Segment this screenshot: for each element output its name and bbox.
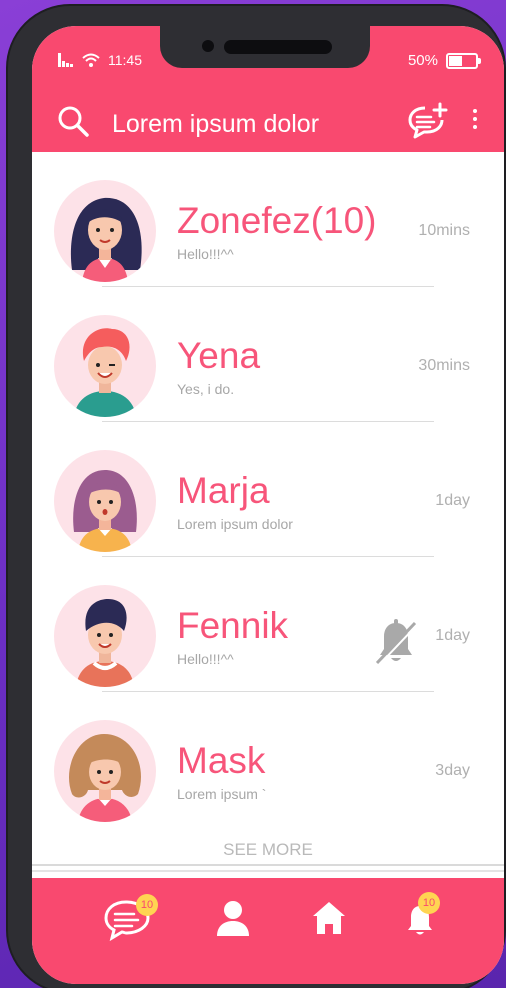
message-time: 3day [435,762,470,779]
speaker-grille [224,40,332,54]
message-time: 30mins [418,357,470,374]
contact-name: Fennik [177,605,289,646]
contact-name: Zonefez(10) [177,200,377,241]
nav-messages[interactable]: 10 [102,892,158,942]
conversation-item[interactable]: Yena Yes, i do. 30mins [32,287,504,422]
see-more-link[interactable]: SEE MORE [32,840,504,860]
conversation-item[interactable]: Zonefez(10) Hello!!!^^ 10mins [32,152,504,287]
notifications-badge: 10 [418,892,440,914]
avatar [54,315,156,417]
bottom-nav: 10 10 [32,878,504,984]
message-preview: Lorem ipsum dolor [177,516,293,532]
divider [32,870,504,872]
contact-name: Marja [177,470,270,511]
new-chat-icon[interactable] [408,102,450,140]
message-preview: Lorem ipsum ` [177,786,267,802]
camera-notch [160,26,370,68]
messages-badge: 10 [136,894,158,916]
message-preview: Hello!!!^^ [177,651,234,667]
battery-icon [446,52,481,69]
search-input[interactable]: Lorem ipsum dolor [112,110,319,139]
nav-notifications[interactable]: 10 [396,892,450,942]
status-time: 11:45 [108,52,142,68]
signal-icon [58,53,73,67]
conversation-item[interactable]: Fennik Hello!!!^^ 1day [32,557,504,692]
battery-percent: 50% [407,52,438,69]
status-left: 11:45 [58,52,142,68]
message-preview: Yes, i do. [177,381,235,397]
conversation-item[interactable]: Marja Lorem ipsum dolor 1day [32,422,504,557]
divider [32,864,504,866]
nav-profile[interactable] [206,892,260,942]
home-icon [313,902,345,934]
avatar [54,720,156,822]
search-icon[interactable] [56,104,90,138]
avatar [54,180,156,282]
message-time: 1day [435,492,470,509]
wifi-icon [82,53,100,67]
avatar [54,450,156,552]
phone-frame: 11:45 50% Lorem ipsum dolor Zonefez(10) … [6,4,506,988]
status-right: 50% [407,52,481,69]
nav-home[interactable] [302,892,356,942]
phone-screen: 11:45 50% Lorem ipsum dolor Zonefez(10) … [32,26,504,984]
profile-icon [217,901,249,936]
app-header: Lorem ipsum dolor [32,98,504,150]
more-options-icon[interactable] [464,104,486,138]
message-time: 1day [435,627,470,644]
avatar [54,585,156,687]
status-bar: 11:45 50% Lorem ipsum dolor [32,26,504,152]
camera-icon [202,40,214,52]
contact-name: Yena [177,335,261,376]
message-preview: Hello!!!^^ [177,246,234,262]
conversation-item[interactable]: Mask Lorem ipsum ` 3day [32,692,504,826]
contact-name: Mask [177,740,266,781]
muted-bell-icon [375,619,418,666]
message-time: 10mins [418,222,470,239]
